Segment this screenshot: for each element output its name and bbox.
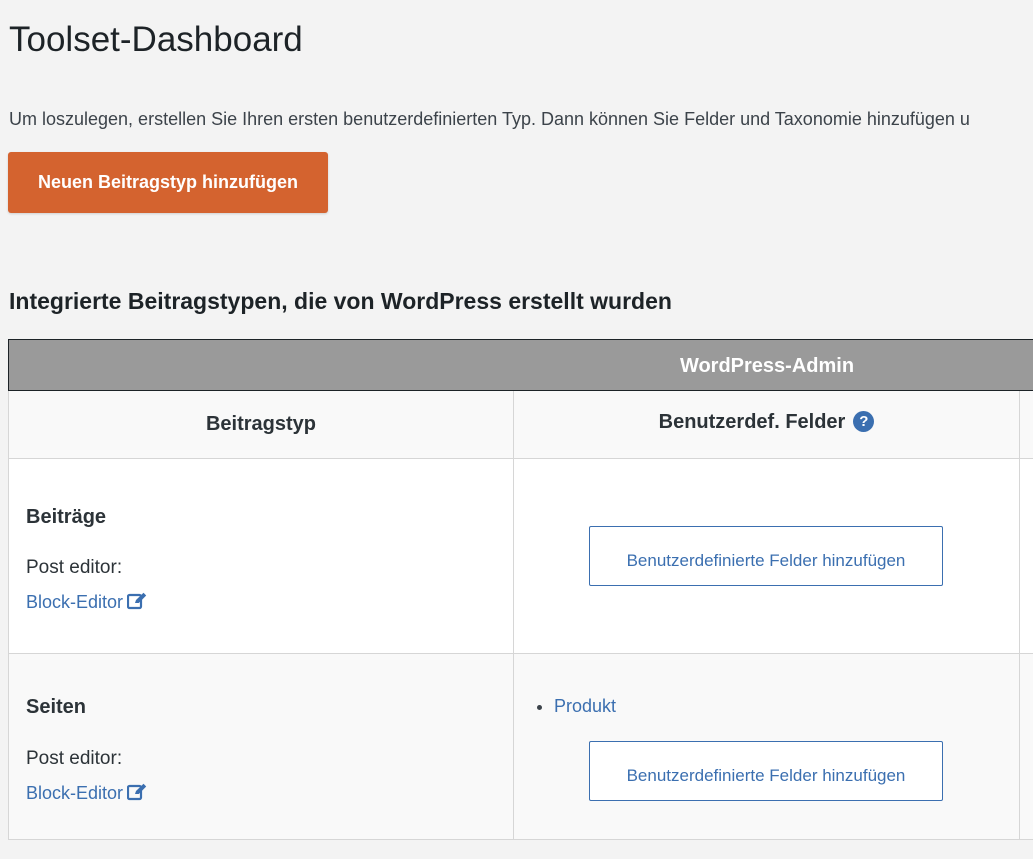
page-title: Toolset-Dashboard	[9, 20, 303, 59]
table-row-cell-next	[1020, 654, 1033, 840]
table-row-cell-post-type: Seiten Post editor: Block-Editor	[8, 654, 514, 840]
post-editor-label: Post editor:	[26, 748, 123, 769]
post-type-name: Seiten	[26, 696, 87, 718]
column-header-custom-fields: Benutzerdef. Felder?	[514, 391, 1020, 459]
table-group-header: WordPress-Admin	[8, 339, 1033, 391]
column-header-post-type: Beitragstyp	[8, 391, 514, 459]
block-editor-link[interactable]: Block-Editor	[26, 592, 147, 615]
column-header-custom-fields-wrap: Benutzerdef. Felder?	[514, 411, 1019, 434]
column-header-next	[1020, 391, 1033, 459]
section-title: Integrierte Beitragstypen, die von WordP…	[9, 288, 672, 314]
block-editor-link[interactable]: Block-Editor	[26, 783, 147, 806]
column-header-custom-fields-label: Benutzerdef. Felder	[658, 411, 846, 433]
edit-square-icon	[126, 592, 147, 615]
field-group-link[interactable]: Produkt	[554, 696, 616, 716]
help-icon[interactable]: ?	[853, 411, 875, 432]
post-type-name: Beiträge	[26, 506, 107, 528]
intro-text: Um loszulegen, erstellen Sie Ihren erste…	[9, 109, 970, 129]
add-custom-fields-button[interactable]: Benutzerdefinierte Felder hinzufügen	[589, 741, 943, 801]
add-post-type-button[interactable]: Neuen Beitragstyp hinzufügen	[8, 152, 328, 213]
table-row-cell-post-type: Beiträge Post editor: Block-Editor	[8, 459, 514, 654]
table-row-cell-next	[1020, 459, 1033, 654]
field-group-list: Produkt	[536, 696, 616, 717]
block-editor-link-label: Block-Editor	[26, 783, 124, 803]
post-editor-label: Post editor:	[26, 557, 123, 578]
add-custom-fields-button[interactable]: Benutzerdefinierte Felder hinzufügen	[589, 526, 943, 586]
table-row-cell-custom-fields: Benutzerdefinierte Felder hinzufügen	[514, 459, 1020, 654]
list-item: Produkt	[554, 696, 616, 717]
group-header-label: WordPress-Admin	[679, 355, 855, 377]
block-editor-link-label: Block-Editor	[26, 592, 124, 612]
edit-square-icon	[126, 783, 147, 806]
table-row-cell-custom-fields: Produkt Benutzerdefinierte Felder hinzuf…	[514, 654, 1020, 840]
post-types-table: WordPress-Admin Beitragstyp Benutzerdef.…	[8, 339, 1033, 840]
column-header-post-type-label: Beitragstyp	[205, 413, 317, 435]
